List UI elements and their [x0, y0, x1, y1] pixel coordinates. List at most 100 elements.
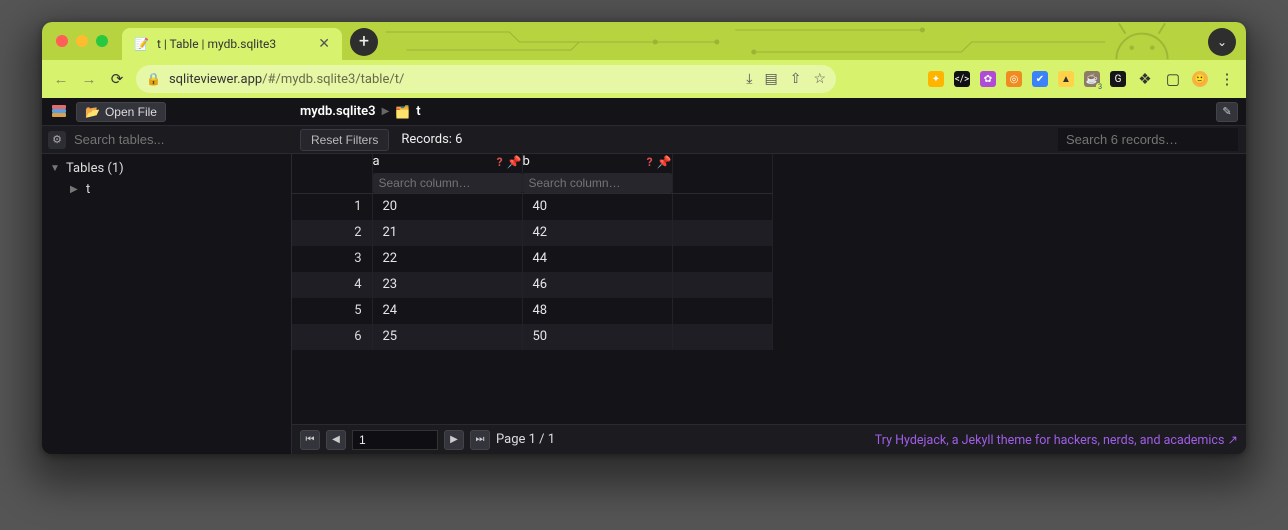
data-table: a?📌b?📌 120402214232244423465244862550: [292, 154, 773, 350]
tab-favicon-icon: 📝: [134, 37, 149, 51]
tab-title: t | Table | mydb.sqlite3: [157, 37, 310, 51]
promo-text: Try Hydejack, a Jekyll theme for hackers…: [875, 433, 1238, 448]
column-type-icon[interactable]: ?: [497, 155, 503, 169]
prev-page-button[interactable]: ◀: [326, 430, 346, 450]
blank-header: [672, 154, 772, 194]
android-icon: [1110, 22, 1174, 60]
panel-icon[interactable]: ▢: [1164, 70, 1182, 88]
pin-icon[interactable]: 📌: [657, 155, 672, 169]
extension-icon[interactable]: ✔: [1032, 71, 1048, 87]
row-number: 4: [292, 272, 372, 298]
extension-icon[interactable]: ◎: [1006, 71, 1022, 87]
records-search-input[interactable]: [1058, 128, 1238, 151]
column-filter-input[interactable]: [523, 173, 672, 193]
filler-cell: [672, 324, 772, 350]
extensions-row: ✦ </> ✿ ◎ ✔ ▲ ☕ G ❖ ▢ 🙂 ⋮: [928, 70, 1236, 88]
table-row[interactable]: 62550: [292, 324, 772, 350]
table-cell[interactable]: 24: [372, 298, 522, 324]
app-logo-icon: [50, 103, 68, 121]
table-row[interactable]: 42346: [292, 272, 772, 298]
table-cell[interactable]: 50: [522, 324, 672, 350]
url-text: sqliteviewer.app/#/mydb.sqlite3/table/t/: [169, 72, 738, 87]
extension-icon[interactable]: ☕: [1084, 71, 1100, 87]
gear-icon: ⚙: [52, 133, 62, 146]
menu-icon[interactable]: ⋮: [1218, 70, 1236, 88]
share-icon[interactable]: ⇧: [790, 71, 802, 87]
pin-icon[interactable]: 📌: [507, 155, 522, 169]
minimize-window-button[interactable]: [76, 35, 88, 47]
profile-avatar[interactable]: 🙂: [1192, 71, 1208, 87]
extension-icon[interactable]: </>: [954, 71, 970, 87]
address-bar[interactable]: 🔒 sqliteviewer.app/#/mydb.sqlite3/table/…: [136, 65, 836, 93]
tables-group[interactable]: ▼ Tables (1): [42, 158, 291, 179]
table-row[interactable]: 52448: [292, 298, 772, 324]
breadcrumb-table[interactable]: t: [416, 104, 420, 119]
install-app-icon[interactable]: ⤓: [746, 71, 752, 87]
forward-button[interactable]: →: [80, 70, 98, 88]
extension-icon[interactable]: G: [1110, 71, 1126, 87]
new-tab-button[interactable]: +: [350, 28, 378, 56]
next-page-button[interactable]: ▶: [444, 430, 464, 450]
table-cell[interactable]: 25: [372, 324, 522, 350]
settings-button[interactable]: ⚙: [48, 131, 66, 149]
table-row[interactable]: 12040: [292, 194, 772, 220]
reset-filters-button[interactable]: Reset Filters: [300, 129, 389, 151]
promo-link[interactable]: Try Hydejack, a Jekyll theme for hackers…: [875, 432, 1238, 448]
table-row[interactable]: 32244: [292, 246, 772, 272]
table-cell[interactable]: 42: [522, 220, 672, 246]
extension-icon[interactable]: ✦: [928, 71, 944, 87]
filler-cell: [672, 272, 772, 298]
table-cell[interactable]: 20: [372, 194, 522, 220]
sidebar-item[interactable]: ▶t: [42, 179, 291, 200]
breadcrumb-bar: mydb.sqlite3 ▶ 🗂️ t ✎: [292, 98, 1246, 126]
table-cell[interactable]: 21: [372, 220, 522, 246]
table-row[interactable]: 22142: [292, 220, 772, 246]
extension-icon[interactable]: ▲: [1058, 71, 1074, 87]
first-page-button[interactable]: ⏮: [300, 430, 320, 450]
browser-toolbar: ← → ⟳ 🔒 sqliteviewer.app/#/mydb.sqlite3/…: [42, 60, 1246, 98]
breadcrumb-db[interactable]: mydb.sqlite3: [300, 104, 376, 119]
table-area: a?📌b?📌 120402214232244423465244862550: [292, 154, 1246, 424]
fullscreen-window-button[interactable]: [96, 35, 108, 47]
page-label: Page 1 / 1: [496, 432, 555, 447]
filler-cell: [672, 246, 772, 272]
row-number: 1: [292, 194, 372, 220]
chevron-down-icon: ▼: [50, 163, 60, 174]
filler-cell: [672, 298, 772, 324]
column-type-icon[interactable]: ?: [647, 155, 653, 169]
close-tab-button[interactable]: ✕: [318, 36, 330, 52]
edit-button[interactable]: ✎: [1216, 102, 1238, 122]
browser-window: 📝 t | Table | mydb.sqlite3 ✕ +: [42, 22, 1246, 454]
folder-icon: 📂: [85, 105, 100, 119]
browser-tab[interactable]: 📝 t | Table | mydb.sqlite3 ✕: [122, 28, 342, 60]
tab-strip: 📝 t | Table | mydb.sqlite3 ✕ +: [42, 22, 1246, 60]
breadcrumb: mydb.sqlite3 ▶ 🗂️ t: [300, 104, 421, 119]
open-file-label: Open File: [105, 105, 157, 119]
column-header[interactable]: a?📌: [372, 154, 522, 194]
table-cell[interactable]: 46: [522, 272, 672, 298]
reader-icon[interactable]: ▤: [764, 71, 777, 87]
sqlite-viewer-app: 📂 Open File mydb.sqlite3 ▶ 🗂️ t ✎ ⚙: [42, 98, 1246, 454]
open-file-button[interactable]: 📂 Open File: [76, 102, 166, 122]
tabs-dropdown-button[interactable]: ⌄: [1208, 28, 1236, 56]
column-header[interactable]: b?📌: [522, 154, 672, 194]
table-cell[interactable]: 44: [522, 246, 672, 272]
back-button[interactable]: ←: [52, 70, 70, 88]
column-filter-input[interactable]: [373, 173, 522, 193]
extension-icon[interactable]: ✿: [980, 71, 996, 87]
reload-button[interactable]: ⟳: [108, 70, 126, 88]
close-window-button[interactable]: [56, 35, 68, 47]
table-cell[interactable]: 23: [372, 272, 522, 298]
row-number: 5: [292, 298, 372, 324]
table-cell[interactable]: 48: [522, 298, 672, 324]
extensions-menu-icon[interactable]: ❖: [1136, 70, 1154, 88]
bookmark-icon[interactable]: ☆: [813, 71, 826, 87]
sidebar-item-label: t: [86, 182, 90, 197]
chevron-right-icon: ▶: [382, 106, 390, 117]
pencil-icon: ✎: [1222, 105, 1231, 118]
page-input[interactable]: [352, 430, 438, 450]
table-cell[interactable]: 40: [522, 194, 672, 220]
sidebar-search-input[interactable]: [72, 131, 286, 148]
last-page-button[interactable]: ⏭: [470, 430, 490, 450]
table-cell[interactable]: 22: [372, 246, 522, 272]
